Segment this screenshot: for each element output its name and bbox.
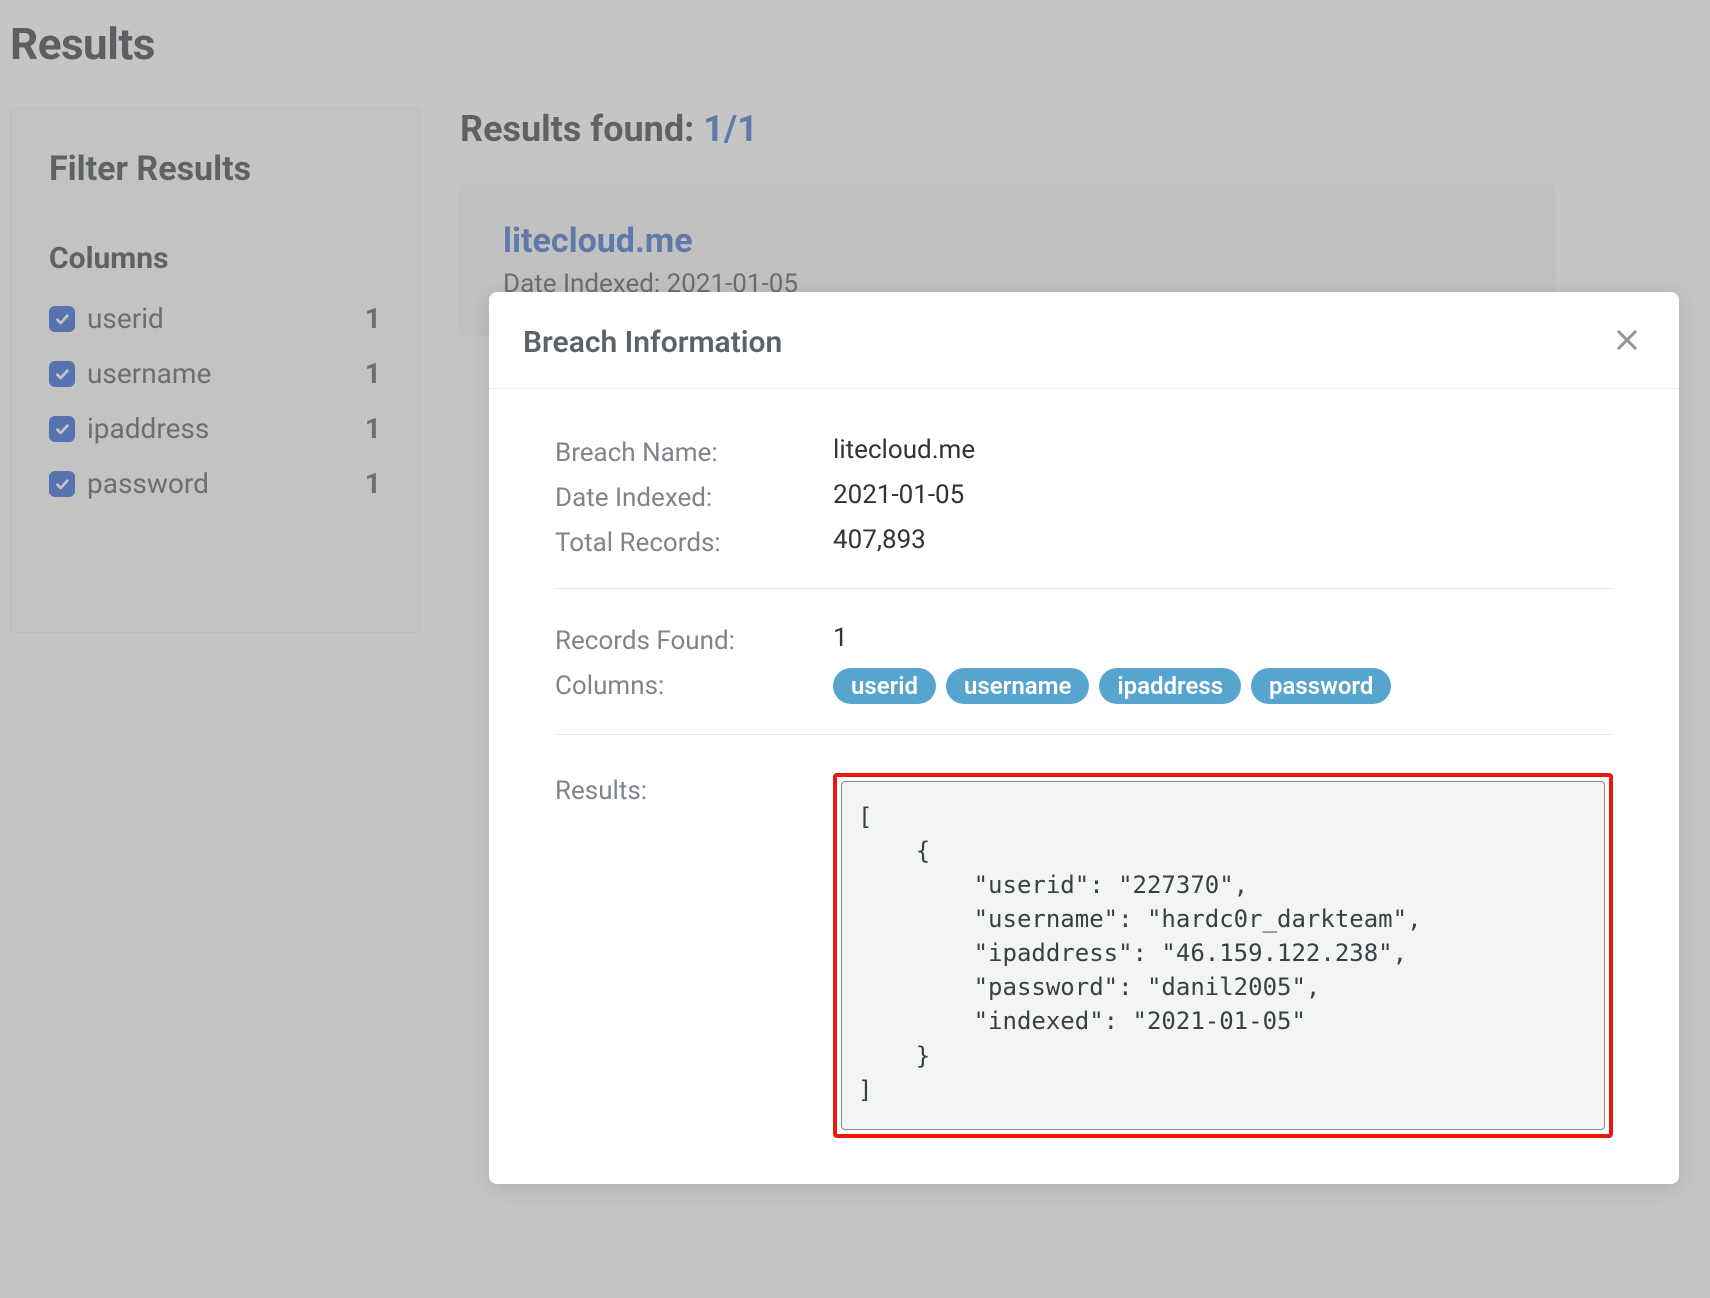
column-pill: ipaddress [1099, 668, 1241, 704]
column-pill: userid [833, 668, 936, 704]
value-date-indexed: 2021-01-05 [833, 480, 964, 510]
label-date-indexed: Date Indexed: [555, 480, 833, 513]
label-columns: Columns: [555, 668, 833, 701]
label-total-records: Total Records: [555, 525, 833, 558]
results-highlight-box: [ { "userid": "227370", "username": "har… [833, 773, 1613, 1138]
value-records-found: 1 [833, 623, 848, 653]
close-button[interactable] [1609, 322, 1645, 362]
results-json[interactable]: [ { "userid": "227370", "username": "har… [841, 781, 1605, 1130]
value-total-records: 407,893 [833, 525, 926, 555]
section-divider [555, 588, 1613, 589]
label-breach-name: Breach Name: [555, 435, 833, 468]
modal-header: Breach Information [489, 292, 1679, 389]
columns-pill-wrap: userid username ipaddress password [833, 668, 1391, 704]
label-records-found: Records Found: [555, 623, 833, 656]
column-pill: username [946, 668, 1089, 704]
modal-title: Breach Information [523, 325, 782, 360]
breach-info-modal: Breach Information Breach Name: liteclou… [489, 292, 1679, 1184]
column-pill: password [1251, 668, 1391, 704]
value-breach-name: litecloud.me [833, 435, 975, 465]
label-results: Results: [555, 773, 833, 806]
section-divider [555, 734, 1613, 735]
modal-body: Breach Name: litecloud.me Date Indexed: … [489, 389, 1679, 1138]
close-icon [1613, 326, 1641, 354]
